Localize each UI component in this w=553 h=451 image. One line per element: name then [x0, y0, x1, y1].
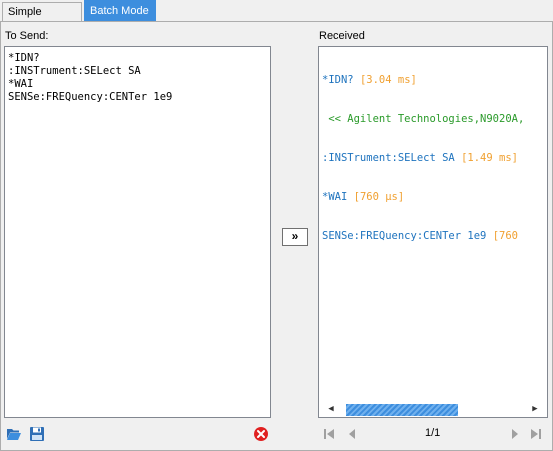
- received-line: *IDN? [3.04 ms]: [322, 74, 544, 87]
- received-time: [1.49 ms]: [461, 152, 518, 164]
- scrollbar-thumb[interactable]: [346, 404, 458, 416]
- received-command: :INSTrument:SELect SA: [322, 152, 455, 164]
- received-reply: << Agilent Technologies,N9020A,: [322, 113, 525, 125]
- received-line: :INSTrument:SELect SA [1.49 ms]: [322, 152, 544, 165]
- tab-bar: Simple Queries Batch Mode: [0, 0, 553, 37]
- send-line: SENSe:FREQuency:CENTer 1e9: [8, 91, 173, 103]
- horizontal-scrollbar[interactable]: ◀ ▶: [320, 402, 546, 416]
- scroll-right-icon[interactable]: ▶: [528, 402, 542, 416]
- tab-batch-mode[interactable]: Batch Mode: [84, 0, 156, 22]
- folder-open-icon[interactable]: [6, 426, 22, 442]
- received-label: Received: [319, 30, 365, 42]
- received-line: *WAI [760 µs]: [322, 191, 544, 204]
- send-line: *IDN?: [8, 52, 40, 64]
- received-command: *IDN?: [322, 74, 354, 86]
- prev-page-icon[interactable]: [347, 426, 357, 442]
- received-line: << Agilent Technologies,N9020A,: [322, 113, 544, 126]
- received-output[interactable]: *IDN? [3.04 ms] << Agilent Technologies,…: [318, 46, 548, 418]
- scroll-left-icon[interactable]: ◀: [324, 402, 338, 416]
- to-send-textarea[interactable]: *IDN? :INSTrument:SELect SA *WAI SENSe:F…: [4, 46, 271, 418]
- page-indicator: 1/1: [425, 427, 441, 439]
- tab-simple-queries[interactable]: Simple Queries: [2, 2, 82, 37]
- to-send-label: To Send:: [5, 30, 49, 42]
- received-command: *WAI: [322, 191, 348, 203]
- received-time: [760 µs]: [353, 191, 405, 203]
- send-line: :INSTrument:SELect SA: [8, 65, 141, 77]
- clear-icon[interactable]: [253, 426, 269, 442]
- last-page-icon[interactable]: [530, 426, 542, 442]
- transfer-button[interactable]: »: [282, 228, 308, 246]
- received-time: [3.04 ms]: [359, 74, 417, 86]
- received-time: [760: [492, 230, 518, 242]
- send-line: *WAI: [8, 78, 34, 90]
- save-icon[interactable]: [29, 426, 45, 442]
- next-page-icon[interactable]: [510, 426, 520, 442]
- received-command: SENSe:FREQuency:CENTer 1e9: [322, 230, 487, 242]
- received-line: SENSe:FREQuency:CENTer 1e9 [760: [322, 230, 544, 243]
- first-page-icon[interactable]: [323, 426, 335, 442]
